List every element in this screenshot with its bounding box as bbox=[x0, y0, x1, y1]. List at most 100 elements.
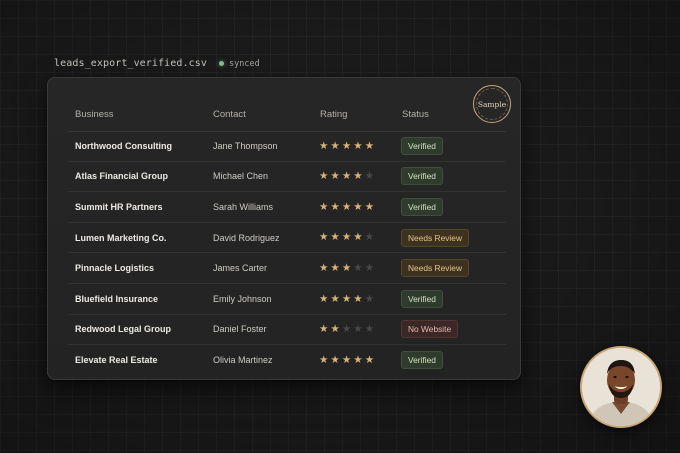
star-icon: ★ bbox=[364, 261, 375, 274]
status-cell: Needs Review bbox=[401, 259, 469, 278]
star-icon: ★ bbox=[319, 170, 329, 183]
star-icon: ★ bbox=[341, 200, 352, 213]
table-row[interactable]: Bluefield Insurance Emily Johnson ★ ★ ★ ★ ★ Ver… bbox=[68, 284, 506, 315]
sync-label: synced bbox=[229, 58, 260, 69]
table-row[interactable]: Pinnacle Logistics James Carter ★ ★ ★ ★ ★ Needs… bbox=[68, 253, 506, 284]
star-icon: ★ bbox=[319, 231, 329, 244]
contact-name: Olivia Martinez bbox=[213, 354, 273, 365]
table-row[interactable]: Lumen Marketing Co. David Rodriguez ★ ★ ★ ★ ★ N… bbox=[68, 223, 506, 254]
sync-dot-icon bbox=[219, 61, 225, 66]
business-name: Pinnacle Logistics bbox=[75, 263, 155, 274]
star-icon: ★ bbox=[319, 292, 329, 305]
star-icon: ★ bbox=[353, 261, 363, 274]
header-status[interactable]: Status bbox=[402, 109, 429, 120]
business-name: Redwood Legal Group bbox=[75, 324, 171, 335]
business-name: Bluefield Insurance bbox=[75, 293, 159, 304]
contact-name: Jane Thompson bbox=[213, 140, 278, 151]
sample-seal: Sample bbox=[473, 85, 511, 123]
file-name[interactable]: leads_export_verified.csv bbox=[54, 58, 207, 69]
seal-label: Sample bbox=[477, 99, 507, 109]
status-cell: Verified bbox=[401, 136, 443, 155]
status-cell: Verified bbox=[401, 197, 443, 216]
business-name: Atlas Financial Group bbox=[75, 171, 169, 182]
star-icon: ★ bbox=[353, 353, 363, 366]
star-icon: ★ bbox=[341, 292, 352, 305]
table-row[interactable]: Northwood Consulting Jane Thompson ★ ★ ★ ★ ★ Ve… bbox=[68, 131, 506, 162]
star-icon: ★ bbox=[341, 261, 352, 274]
star-icon: ★ bbox=[353, 231, 363, 244]
star-rating: ★ ★ ★ ★ ★ bbox=[319, 324, 374, 335]
star-rating: ★ ★ ★ ★ ★ bbox=[319, 232, 374, 243]
table-row[interactable]: Summit HR Partners Sarah Williams ★ ★ ★ ★ ★ Ver… bbox=[68, 192, 506, 223]
star-icon: ★ bbox=[353, 170, 363, 183]
status-badge[interactable]: Verified bbox=[401, 289, 443, 308]
star-icon: ★ bbox=[319, 261, 329, 274]
business-name: Elevate Real Estate bbox=[75, 354, 158, 365]
star-icon: ★ bbox=[341, 139, 352, 152]
status-cell: No Website bbox=[401, 320, 459, 339]
star-icon: ★ bbox=[364, 231, 375, 244]
contact-name: David Rodriguez bbox=[213, 232, 280, 243]
star-rating: ★ ★ ★ ★ ★ bbox=[319, 294, 374, 305]
star-icon: ★ bbox=[353, 200, 363, 213]
business-name: Northwood Consulting bbox=[75, 140, 172, 151]
star-icon: ★ bbox=[364, 323, 375, 336]
star-icon: ★ bbox=[319, 139, 329, 152]
star-icon: ★ bbox=[353, 139, 363, 152]
contact-name: Emily Johnson bbox=[213, 293, 272, 304]
star-icon: ★ bbox=[364, 170, 375, 183]
header-contact[interactable]: Contact bbox=[213, 109, 246, 120]
contact-name: James Carter bbox=[213, 263, 268, 274]
star-icon: ★ bbox=[341, 353, 352, 366]
table-row[interactable]: Atlas Financial Group Michael Chen ★ ★ ★ ★ ★ Ve… bbox=[68, 162, 506, 193]
star-icon: ★ bbox=[353, 323, 363, 336]
star-icon: ★ bbox=[341, 323, 352, 336]
status-cell: Verified bbox=[401, 289, 443, 308]
status-badge[interactable]: Needs Review bbox=[401, 228, 469, 247]
table-row[interactable]: Elevate Real Estate Olivia Martinez ★ ★ ★ ★ ★ V… bbox=[68, 345, 506, 375]
star-icon: ★ bbox=[330, 323, 340, 336]
star-icon: ★ bbox=[341, 231, 352, 244]
contact-name: Sarah Williams bbox=[213, 201, 274, 212]
status-cell: Needs Review bbox=[401, 228, 469, 247]
status-badge[interactable]: No Website bbox=[401, 320, 459, 339]
table-body: Northwood Consulting Jane Thompson ★ ★ ★ ★ ★ Ve… bbox=[68, 131, 506, 375]
status-badge[interactable]: Verified bbox=[401, 350, 443, 369]
seal-inner: Sample bbox=[476, 88, 508, 120]
status-cell: Verified bbox=[401, 350, 443, 369]
star-icon: ★ bbox=[330, 261, 340, 274]
star-rating: ★ ★ ★ ★ ★ bbox=[319, 355, 374, 366]
table-header: Business Contact Rating Status bbox=[68, 98, 506, 132]
sync-status: synced bbox=[219, 59, 260, 69]
status-badge[interactable]: Verified bbox=[401, 136, 443, 155]
star-icon: ★ bbox=[330, 353, 340, 366]
star-icon: ★ bbox=[319, 353, 329, 366]
status-badge[interactable]: Verified bbox=[401, 197, 443, 216]
header-rating[interactable]: Rating bbox=[320, 109, 347, 120]
star-icon: ★ bbox=[319, 200, 329, 213]
star-rating: ★ ★ ★ ★ ★ bbox=[319, 141, 374, 152]
business-name: Lumen Marketing Co. bbox=[75, 232, 167, 243]
star-rating: ★ ★ ★ ★ ★ bbox=[319, 263, 374, 274]
avatar-portrait-icon bbox=[582, 348, 660, 426]
star-icon: ★ bbox=[364, 139, 375, 152]
star-icon: ★ bbox=[330, 170, 340, 183]
contact-name: Daniel Foster bbox=[213, 324, 267, 335]
star-icon: ★ bbox=[353, 292, 363, 305]
status-cell: Verified bbox=[401, 167, 443, 186]
star-icon: ★ bbox=[330, 200, 340, 213]
star-icon: ★ bbox=[364, 353, 375, 366]
leads-table-card: Business Contact Rating Status Northwood… bbox=[47, 77, 521, 380]
file-bar: leads_export_verified.csv synced bbox=[54, 58, 260, 69]
business-name: Summit HR Partners bbox=[75, 201, 163, 212]
avatar[interactable] bbox=[580, 346, 662, 428]
status-badge[interactable]: Needs Review bbox=[401, 259, 469, 278]
star-icon: ★ bbox=[330, 292, 340, 305]
status-badge[interactable]: Verified bbox=[401, 167, 443, 186]
star-icon: ★ bbox=[330, 139, 340, 152]
contact-name: Michael Chen bbox=[213, 171, 269, 182]
header-business[interactable]: Business bbox=[75, 109, 114, 120]
table-row[interactable]: Redwood Legal Group Daniel Foster ★ ★ ★ ★ ★ No … bbox=[68, 315, 506, 346]
star-rating: ★ ★ ★ ★ ★ bbox=[319, 202, 374, 213]
star-rating: ★ ★ ★ ★ ★ bbox=[319, 171, 374, 182]
